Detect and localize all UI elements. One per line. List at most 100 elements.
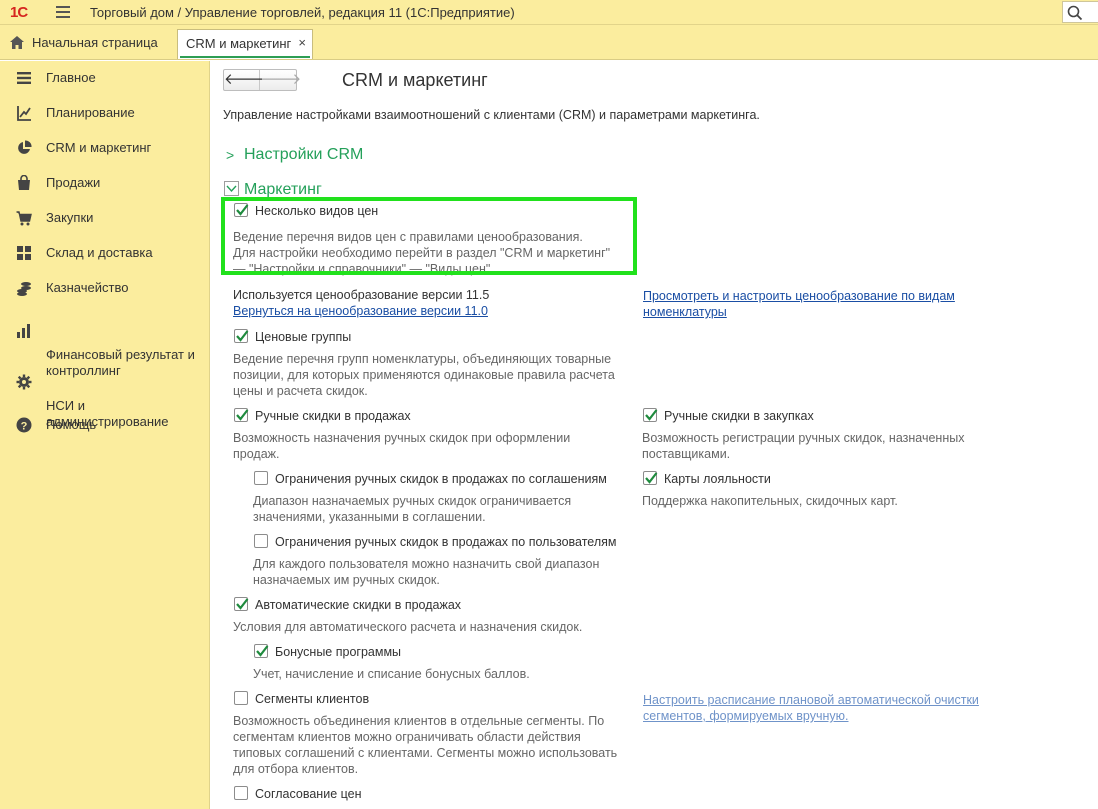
manual-sales-desc: Возможность назначения ручных скидок при… — [233, 431, 571, 445]
sidebar-item-label: Помощь — [46, 417, 97, 432]
main-content: 🡐 🡒 CRM и маркетинг Управление настройка… — [211, 61, 1098, 809]
svg-text:?: ? — [21, 420, 28, 432]
sidebar-item-label: CRM и маркетинг — [46, 140, 152, 155]
segments-schedule-link[interactable]: сегментов, формируемых вручную. — [643, 708, 849, 724]
price-groups-label[interactable]: Ценовые группы — [255, 329, 351, 345]
sidebar-item-label: Продажи — [46, 175, 101, 190]
limit-users-label[interactable]: Ограничения ручных скидок в продажах по … — [275, 534, 616, 550]
checkmark-icon — [256, 645, 269, 657]
help-icon: ? — [16, 417, 32, 433]
auto-discounts-label[interactable]: Автоматические скидки в продажах — [255, 597, 461, 613]
tab-crm-label: CRM и маркетинг — [186, 36, 292, 51]
manual-purchases-label[interactable]: Ручные скидки в закупках — [664, 408, 814, 424]
menu-lines-icon — [17, 72, 31, 84]
checkbox-segments[interactable] — [234, 691, 248, 705]
checkmark-icon — [236, 409, 249, 421]
limit-agreements-label[interactable]: Ограничения ручных скидок в продажах по … — [275, 471, 607, 487]
pricing-revert-link[interactable]: Вернуться на ценообразование версии 11.0 — [233, 303, 488, 319]
cart-icon — [16, 211, 32, 226]
checkmark-icon — [236, 598, 249, 610]
limit-users-desc: Для каждого пользователя можно назначить… — [253, 557, 600, 571]
checkbox-limit-agreements[interactable] — [254, 471, 268, 485]
sidebar-item-treasury[interactable]: Казначейство — [0, 280, 210, 296]
tab-home-label: Начальная страница — [32, 35, 158, 50]
page-title: CRM и маркетинг — [342, 70, 488, 90]
sidebar-item-main[interactable]: Главное — [0, 70, 210, 86]
limit-agreements-desc: значениями, указанными в соглашении. — [253, 510, 486, 524]
search-icon — [1067, 5, 1083, 21]
manual-purchases-desc: поставщиками. — [642, 447, 731, 461]
price-groups-desc: позиции, для которых применяются одинако… — [233, 368, 615, 382]
checkbox-bonus[interactable] — [254, 644, 269, 658]
title-bar: 1С Торговый дом / Управление торговлей, … — [0, 0, 1098, 25]
pricing-settings-link[interactable]: Просмотреть и настроить ценообразование … — [643, 288, 955, 304]
checkbox-auto-discounts[interactable] — [234, 597, 249, 611]
chevron-down-icon[interactable] — [224, 181, 239, 196]
search-button[interactable] — [1062, 1, 1098, 23]
chevron-right-icon[interactable]: > — [226, 147, 234, 163]
pricing-version-text: Используется ценообразование версии 11.5 — [233, 288, 490, 302]
segments-label[interactable]: Сегменты клиентов — [255, 691, 369, 707]
sidebar-item-planning[interactable]: Планирование — [0, 105, 210, 121]
sidebar-item-label: Планирование — [46, 105, 135, 120]
highlight-box — [221, 197, 637, 275]
bonus-label[interactable]: Бонусные программы — [275, 644, 401, 660]
tab-crm-marketing[interactable]: CRM и маркетинг × — [177, 29, 313, 59]
segments-desc: для отбора клиентов. — [233, 762, 359, 776]
checkbox-manual-sales[interactable] — [234, 408, 249, 422]
sidebar-item-label: Закупки — [46, 210, 94, 225]
checkmark-icon — [645, 409, 658, 421]
planning-icon — [17, 106, 31, 121]
bar-chart-icon — [17, 324, 30, 338]
checkbox-manual-purchases[interactable] — [643, 408, 658, 422]
app-title: Торговый дом / Управление торговлей, ред… — [90, 5, 515, 20]
segments-schedule-link[interactable]: Настроить расписание плановой автоматиче… — [643, 692, 979, 708]
page-subtitle: Управление настройками взаимоотношений с… — [223, 108, 760, 122]
home-icon — [10, 36, 24, 49]
segments-desc: сегментам клиентов можно ограничивать об… — [233, 730, 581, 744]
sidebar-item-help[interactable]: ? Помощь — [0, 417, 210, 433]
sidebar-item-crm[interactable]: CRM и маркетинг — [0, 140, 210, 156]
app-logo: 1С — [10, 4, 28, 21]
auto-discounts-desc: Условия для автоматического расчета и на… — [233, 620, 583, 634]
segments-desc: Возможность объединения клиентов в отдел… — [233, 714, 605, 728]
shopping-bag-icon — [18, 175, 30, 190]
pie-chart-icon — [18, 140, 32, 154]
loyalty-cards-desc: Поддержка накопительных, скидочных карт. — [642, 494, 898, 508]
checkbox-loyalty-cards[interactable] — [643, 471, 658, 485]
segments-desc: типовых соглашений с клиентами. Сегменты… — [233, 746, 618, 760]
manual-sales-label[interactable]: Ручные скидки в продажах — [255, 408, 411, 424]
manual-purchases-desc: Возможность регистрации ручных скидок, н… — [642, 431, 965, 445]
tab-bar: Начальная страница CRM и маркетинг × — [0, 25, 1098, 60]
limit-agreements-desc: Диапазон назначаемых ручных скидок огран… — [253, 494, 572, 508]
loyalty-cards-label[interactable]: Карты лояльности — [664, 471, 771, 487]
sidebar-item-purchases[interactable]: Закупки — [0, 210, 210, 226]
sidebar: Главное Планирование CRM и маркетинг Про… — [0, 61, 210, 809]
price-groups-desc: Ведение перечня групп номенклатуры, объе… — [233, 352, 612, 366]
warehouse-icon — [17, 246, 31, 260]
tab-home[interactable]: Начальная страница — [0, 25, 172, 59]
sidebar-item-label: Казначейство — [46, 280, 129, 295]
pricing-settings-link[interactable]: номенклатуры — [643, 304, 727, 320]
limit-users-desc: назначаемых им ручных скидок. — [253, 573, 440, 587]
back-button[interactable]: 🡐 — [224, 70, 264, 90]
coins-icon — [17, 282, 31, 296]
bonus-desc: Учет, начисление и списание бонусных бал… — [253, 667, 530, 681]
history-nav: 🡐 🡒 — [223, 69, 301, 91]
main-menu-icon[interactable] — [56, 6, 70, 18]
price-groups-desc: цены и расчета скидок. — [233, 384, 368, 398]
forward-button[interactable]: 🡒 — [261, 70, 301, 90]
checkbox-limit-users[interactable] — [254, 534, 268, 548]
sidebar-item-label: Склад и доставка — [46, 245, 153, 260]
section-crm-settings[interactable]: Настройки CRM — [244, 146, 363, 164]
close-tab-icon[interactable]: × — [298, 35, 306, 50]
checkbox-price-approval[interactable] — [234, 786, 248, 800]
checkmark-icon — [236, 330, 249, 342]
sidebar-item-sales[interactable]: Продажи — [0, 175, 210, 191]
checkbox-price-groups[interactable] — [234, 329, 249, 343]
gear-icon — [16, 374, 32, 390]
price-approval-label[interactable]: Согласование цен — [255, 786, 362, 802]
checkmark-icon — [645, 472, 658, 484]
sidebar-item-warehouse[interactable]: Склад и доставка — [0, 245, 210, 261]
sidebar-item-label: Главное — [46, 70, 96, 85]
